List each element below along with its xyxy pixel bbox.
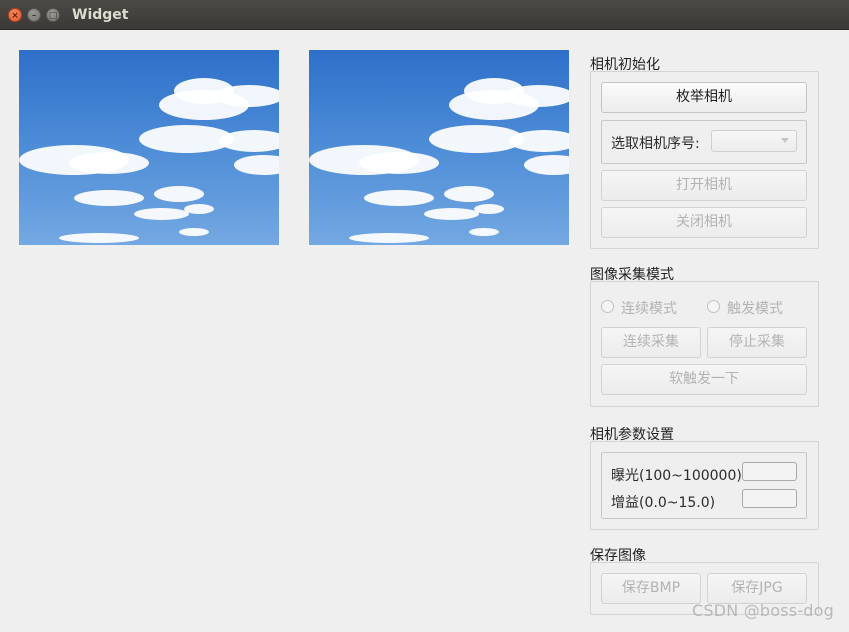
- gain-input[interactable]: [742, 489, 797, 508]
- watermark-text: CSDN @boss-dog: [692, 601, 834, 620]
- exposure-input[interactable]: [742, 462, 797, 481]
- window-close-button[interactable]: ×: [8, 8, 22, 22]
- close-camera-button[interactable]: 关闭相机: [601, 207, 807, 238]
- gain-label: 增益(0.0~15.0): [611, 495, 716, 511]
- continuous-capture-button[interactable]: 连续采集: [601, 327, 701, 358]
- continuous-mode-radio[interactable]: [601, 300, 614, 313]
- open-camera-button[interactable]: 打开相机: [601, 170, 807, 201]
- soft-trigger-button[interactable]: 软触发一下: [601, 364, 807, 395]
- window-title: Widget: [72, 7, 129, 23]
- exposure-label: 曝光(100~100000): [611, 468, 742, 484]
- camera-select-label: 选取相机序号:: [611, 136, 700, 152]
- enumerate-cameras-button[interactable]: 枚举相机: [601, 82, 807, 113]
- save-jpg-button[interactable]: 保存JPG: [707, 573, 807, 604]
- stop-capture-button[interactable]: 停止采集: [707, 327, 807, 358]
- save-bmp-button[interactable]: 保存BMP: [601, 573, 701, 604]
- trigger-mode-radio[interactable]: [707, 300, 720, 313]
- window-maximize-button[interactable]: □: [46, 8, 60, 22]
- trigger-mode-label: 触发模式: [727, 301, 783, 317]
- window-minimize-button[interactable]: –: [27, 8, 41, 22]
- chevron-down-icon: [781, 138, 789, 143]
- camera-index-combobox[interactable]: [711, 130, 797, 152]
- camera-image-left: [19, 50, 279, 245]
- camera-image-right: [309, 50, 569, 245]
- window-titlebar: × – □ Widget: [0, 0, 849, 30]
- continuous-mode-label: 连续模式: [621, 301, 677, 317]
